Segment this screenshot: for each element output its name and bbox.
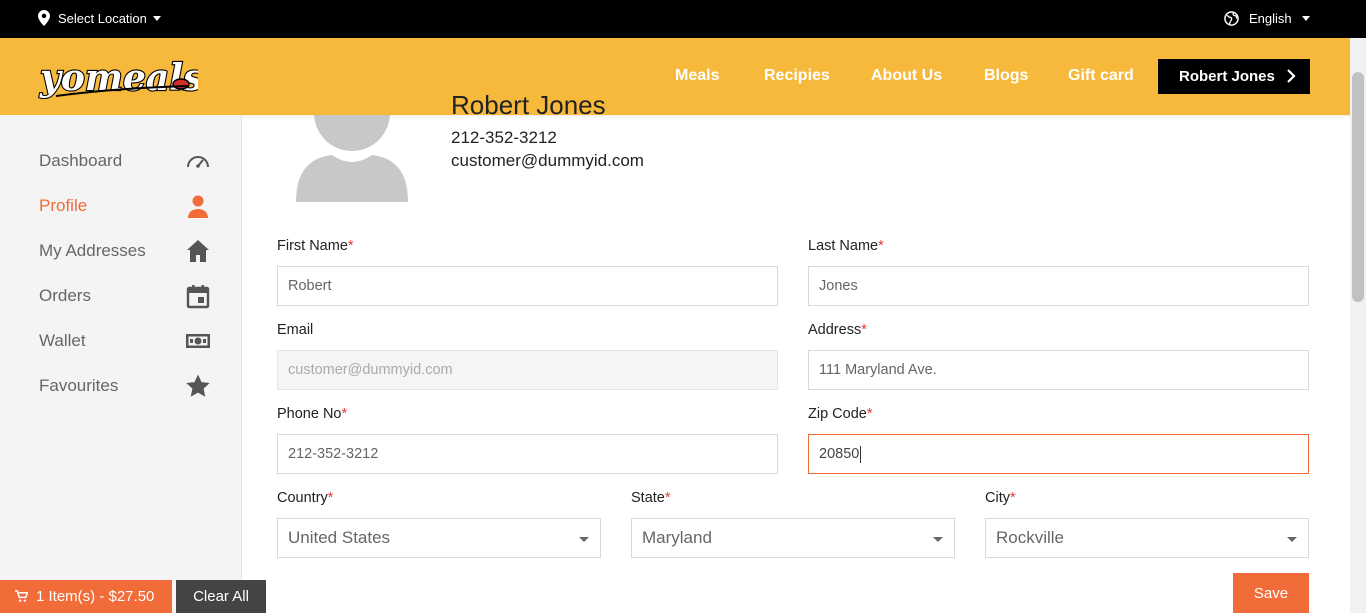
sidebar: Dashboard Profile My Addresses Orders Wa… — [0, 115, 242, 613]
select-location-label: Select Location — [58, 10, 147, 26]
phone-field[interactable]: 212-352-3212 — [277, 434, 778, 474]
state-label: State* — [631, 490, 671, 506]
last-name-field[interactable]: Jones — [808, 266, 1309, 306]
sidebar-item-label: My Addresses — [39, 241, 146, 260]
country-select[interactable]: United States — [277, 518, 601, 558]
top-bar: Select Location English — [0, 0, 1366, 38]
sidebar-item-label: Dashboard — [39, 151, 123, 170]
address-field[interactable]: 111 Maryland Ave. — [808, 350, 1309, 390]
calendar-icon — [186, 285, 210, 309]
profile-name: Robert Jones — [451, 90, 606, 115]
nav-recipies[interactable]: Recipies — [764, 67, 830, 85]
chevron-down-icon — [152, 15, 161, 21]
sidebar-item-label: Favourites — [39, 376, 119, 395]
city-select[interactable]: Rockville — [985, 518, 1309, 558]
star-icon — [186, 374, 210, 397]
nav-meals[interactable]: Meals — [675, 67, 719, 85]
phone-label: Phone No* — [277, 406, 348, 422]
globe-icon — [1224, 11, 1239, 26]
address-label: Address* — [808, 322, 867, 338]
language-label: English — [1249, 11, 1292, 26]
first-name-label: First Name* — [277, 238, 354, 254]
dropdown-arrow-icon — [1287, 537, 1297, 542]
profile-phone: 212-352-3212 — [451, 128, 557, 147]
sidebar-item-label: Orders — [39, 286, 91, 305]
nav-about-us[interactable]: About Us — [871, 67, 942, 85]
state-select[interactable]: Maryland — [631, 518, 955, 558]
main-header: yomeals Meals Recipies About Us Blogs Gi… — [0, 38, 1350, 115]
svg-text:yomeals: yomeals — [39, 57, 198, 99]
zip-code-field[interactable]: 20850 — [808, 434, 1309, 474]
yomeals-logo[interactable]: yomeals — [38, 46, 198, 108]
nav-gift-card[interactable]: Gift card — [1068, 67, 1134, 85]
save-button[interactable]: Save — [1233, 573, 1309, 613]
scrollbar-thumb[interactable] — [1352, 72, 1364, 302]
first-name-field[interactable]: Robert — [277, 266, 778, 306]
language-dropdown[interactable]: English — [1224, 11, 1310, 26]
sidebar-item-dashboard[interactable]: Dashboard — [39, 146, 214, 176]
city-label: City* — [985, 490, 1016, 506]
email-field: customer@dummyid.com — [277, 350, 778, 390]
cart-icon — [15, 590, 28, 602]
sidebar-item-wallet[interactable]: Wallet — [39, 326, 214, 356]
profile-email: customer@dummyid.com — [451, 151, 644, 170]
dropdown-arrow-icon — [579, 537, 589, 542]
email-label: Email — [277, 322, 314, 338]
user-account-label: Robert Jones — [1179, 68, 1275, 85]
sidebar-item-orders[interactable]: Orders — [39, 281, 214, 311]
chevron-right-icon — [1287, 69, 1296, 83]
sidebar-item-label: Wallet — [39, 331, 86, 350]
cart-summary-button[interactable]: 1 Item(s) - $27.50 — [0, 580, 172, 613]
country-label: Country* — [277, 490, 334, 506]
speedometer-icon — [187, 156, 209, 168]
money-icon — [186, 334, 210, 348]
sidebar-item-label: Profile — [39, 196, 88, 215]
home-icon — [187, 240, 209, 262]
dropdown-arrow-icon — [933, 537, 943, 542]
user-account-button[interactable]: Robert Jones — [1158, 59, 1310, 94]
select-location-dropdown[interactable]: Select Location — [38, 10, 161, 26]
sidebar-item-my-addresses[interactable]: My Addresses — [39, 236, 214, 266]
text-cursor — [860, 445, 862, 463]
sidebar-item-profile[interactable]: Profile — [39, 191, 214, 221]
nav-blogs[interactable]: Blogs — [984, 67, 1028, 85]
profile-avatar[interactable] — [296, 115, 408, 202]
zip-code-label: Zip Code* — [808, 406, 873, 422]
chevron-down-icon — [1301, 16, 1310, 21]
cart-summary-label: 1 Item(s) - $27.50 — [36, 588, 155, 605]
person-icon — [188, 195, 208, 218]
clear-all-button[interactable]: Clear All — [176, 580, 266, 613]
last-name-label: Last Name* — [808, 238, 884, 254]
location-pin-icon — [38, 10, 50, 26]
sidebar-item-favourites[interactable]: Favourites — [39, 371, 214, 401]
